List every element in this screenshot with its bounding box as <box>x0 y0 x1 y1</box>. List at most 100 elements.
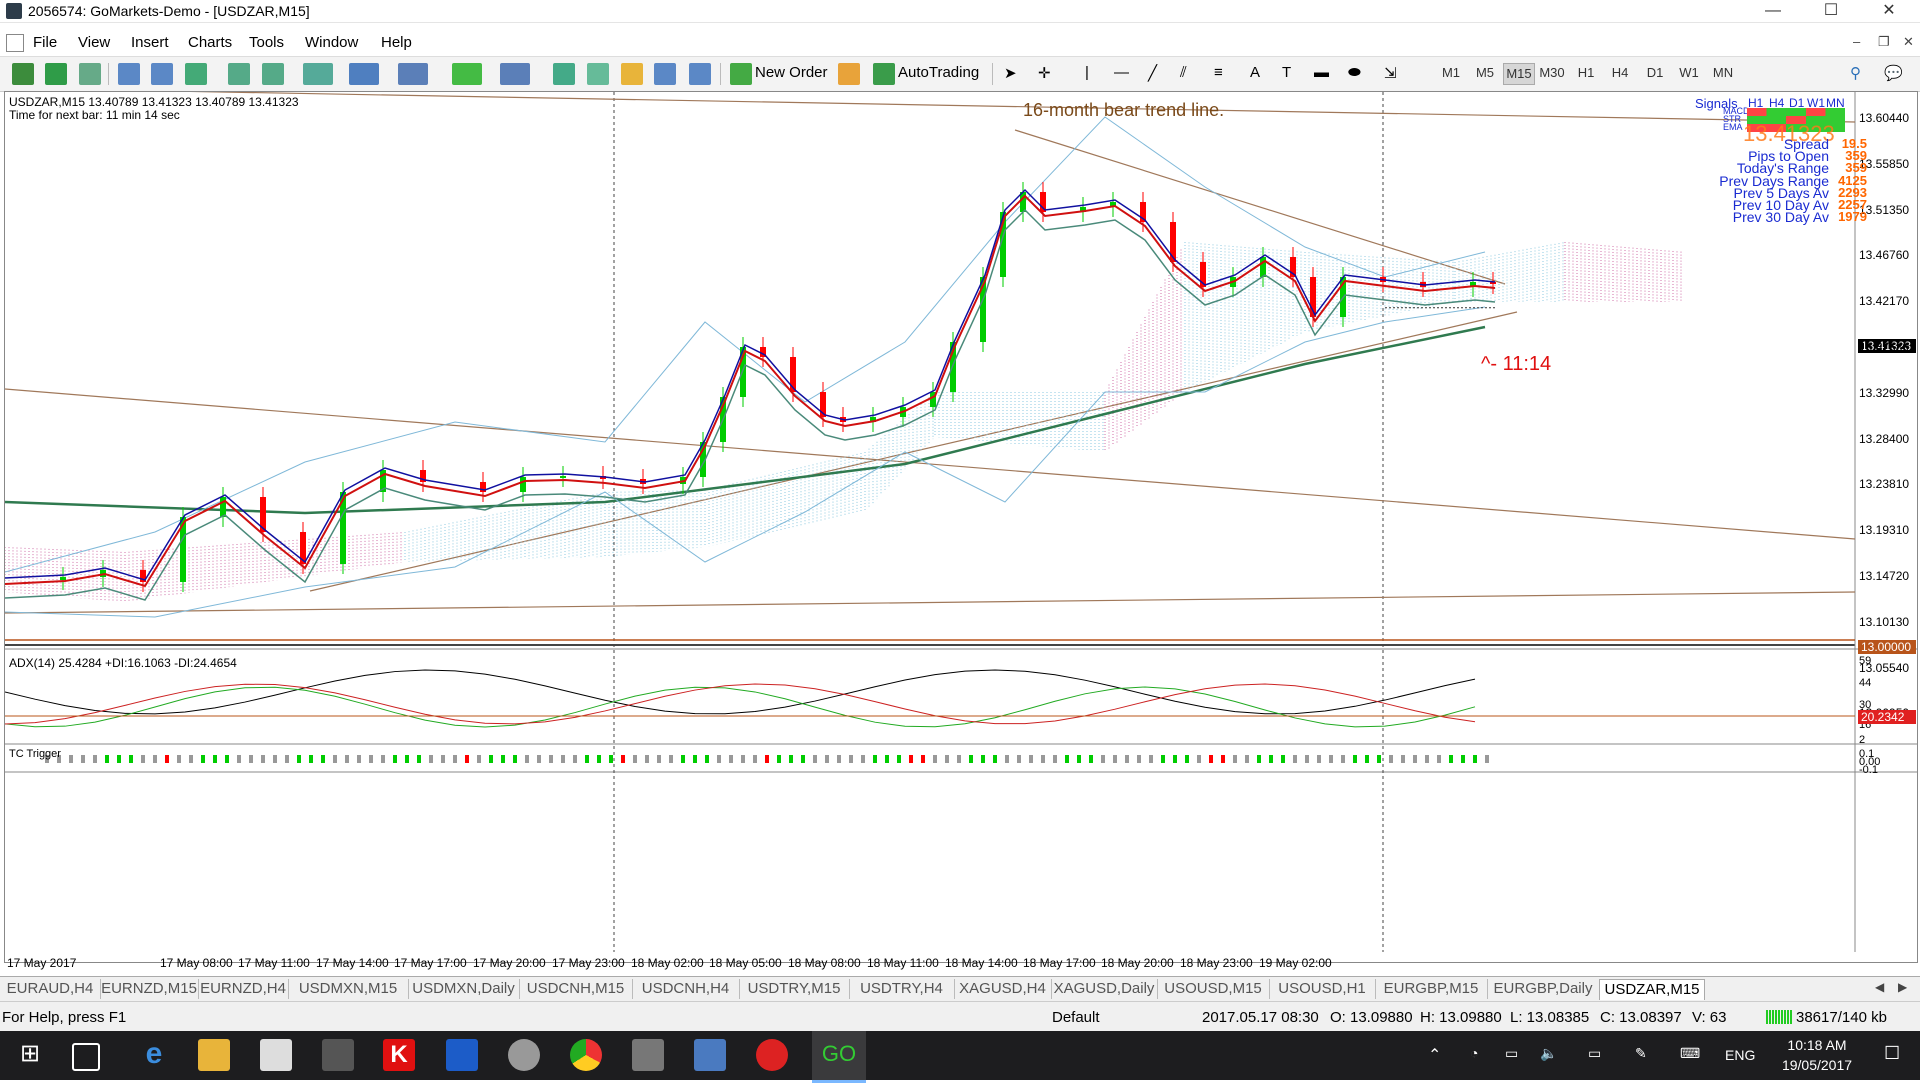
chart-tab[interactable]: USDCNH,H4 <box>632 979 740 999</box>
menu-view[interactable]: View <box>78 34 110 51</box>
kaspersky-icon[interactable]: K <box>383 1039 415 1071</box>
tf-mn[interactable]: MN <box>1708 65 1738 80</box>
file-explorer-icon[interactable] <box>198 1039 230 1071</box>
autoscroll-icon[interactable] <box>262 63 284 85</box>
market-watch-icon[interactable] <box>553 63 575 85</box>
text-label-icon[interactable]: T <box>1282 64 1291 81</box>
bar-chart-icon[interactable] <box>45 63 67 85</box>
camera-icon[interactable] <box>632 1039 664 1071</box>
new-order-icon[interactable] <box>730 63 752 85</box>
chart-tab[interactable]: EURNZD,M15 <box>100 979 199 999</box>
arrows-icon[interactable]: ⇲ <box>1384 64 1397 82</box>
vertical-line-icon[interactable]: | <box>1085 64 1089 81</box>
candles-icon[interactable] <box>79 63 101 85</box>
tf-m15[interactable]: M15 <box>1503 63 1535 85</box>
periods-icon[interactable] <box>349 63 379 85</box>
templates-icon[interactable] <box>398 63 428 85</box>
menu-insert[interactable]: Insert <box>131 34 169 51</box>
chart-tab[interactable]: USDCNH,M15 <box>519 979 633 999</box>
indicators-icon[interactable] <box>303 63 333 85</box>
tile-windows-icon[interactable] <box>185 63 207 85</box>
chart-tab[interactable]: USDZAR,M15 <box>1599 979 1705 1000</box>
chart-tab[interactable]: USOUSD,H1 <box>1269 979 1376 999</box>
trend-line-icon[interactable]: ╱ <box>1148 64 1157 82</box>
new-chart-icon[interactable] <box>12 63 34 85</box>
data-window-icon[interactable] <box>587 63 609 85</box>
calculator-icon[interactable] <box>322 1039 354 1071</box>
windows-start-icon[interactable]: ⊞ <box>14 1039 46 1071</box>
store-icon[interactable] <box>260 1039 292 1071</box>
task-view-icon[interactable] <box>72 1043 100 1071</box>
zoom-out-icon[interactable] <box>151 63 173 85</box>
chat-icon[interactable]: 💬 <box>1884 64 1903 82</box>
keyboard-icon[interactable]: ⌨ <box>1680 1045 1700 1062</box>
mdi-close-icon[interactable]: ✕ <box>1903 34 1914 50</box>
clock-time[interactable]: 10:18 AM <box>1776 1037 1858 1053</box>
network-icon[interactable]: ◔ <box>1470 1045 1478 1061</box>
chart-shift-icon[interactable] <box>228 63 250 85</box>
menu-file[interactable]: File <box>33 34 57 51</box>
folder-app-icon[interactable] <box>694 1039 726 1071</box>
menu-help[interactable]: Help <box>381 34 412 51</box>
chart-tab[interactable]: USOUSD,M15 <box>1157 979 1270 999</box>
add-chart-icon[interactable] <box>452 63 482 85</box>
chart-tab[interactable]: EURAUD,H4 <box>0 979 101 999</box>
chart-tab[interactable]: USDMXN,Daily <box>408 979 520 999</box>
close-button[interactable]: ✕ <box>1866 0 1912 22</box>
autotrading-button[interactable]: AutoTrading <box>898 64 979 81</box>
zoom-in-icon[interactable] <box>118 63 140 85</box>
chart-tab[interactable]: XAGUSD,Daily <box>1051 979 1158 999</box>
chart-tab[interactable]: EURGBP,Daily <box>1487 979 1600 999</box>
channel-icon[interactable]: ⫽ <box>1180 64 1187 81</box>
new-order-button[interactable]: New Order <box>755 64 828 81</box>
chart-tab[interactable]: EURNZD,H4 <box>198 979 289 999</box>
battery-icon[interactable]: ▭ <box>1588 1045 1601 1062</box>
shield-icon[interactable] <box>446 1039 478 1071</box>
horizontal-line-icon[interactable]: — <box>1114 64 1129 81</box>
profiles-icon[interactable] <box>500 63 530 85</box>
chart-tab[interactable]: XAGUSD,H4 <box>954 979 1052 999</box>
metaeditor-icon[interactable] <box>838 63 860 85</box>
menu-tools[interactable]: Tools <box>249 34 284 51</box>
tf-w1[interactable]: W1 <box>1674 65 1704 80</box>
ellipse-icon[interactable]: ⬬ <box>1348 64 1361 81</box>
cursor-icon[interactable]: ➤ <box>1004 64 1017 82</box>
menu-window[interactable]: Window <box>305 34 358 51</box>
tf-h1[interactable]: H1 <box>1571 65 1601 80</box>
terminal-icon[interactable] <box>654 63 676 85</box>
search-icon[interactable]: ⚲ <box>1850 64 1861 82</box>
chrome-icon[interactable] <box>570 1039 602 1071</box>
edge-icon[interactable]: e <box>138 1039 170 1071</box>
minimize-button[interactable]: — <box>1750 0 1796 22</box>
chart-tab[interactable]: USDTRY,H4 <box>849 979 955 999</box>
pen-icon[interactable]: ✎ <box>1635 1045 1647 1062</box>
tf-m1[interactable]: M1 <box>1436 65 1466 80</box>
volume-icon[interactable]: 🔈 <box>1540 1045 1557 1062</box>
fibonacci-icon[interactable]: ≡ <box>1214 64 1223 81</box>
mdi-restore-icon[interactable]: ❐ <box>1878 34 1890 50</box>
tab-scroll-left-icon[interactable]: ◀ <box>1875 980 1884 994</box>
menu-charts[interactable]: Charts <box>188 34 232 51</box>
mdi-minimize-icon[interactable]: – <box>1853 34 1860 49</box>
text-icon[interactable]: A <box>1250 64 1260 81</box>
tab-scroll-right-icon[interactable]: ▶ <box>1898 980 1907 994</box>
navigator-icon[interactable] <box>621 63 643 85</box>
notifications-icon[interactable]: ☐ <box>1884 1043 1900 1064</box>
charting-app-icon[interactable] <box>756 1039 788 1071</box>
tf-m5[interactable]: M5 <box>1470 65 1500 80</box>
tray-expand-icon[interactable]: ⌃ <box>1428 1045 1441 1065</box>
device-icon[interactable]: ▭ <box>1505 1045 1518 1062</box>
crosshair-icon[interactable]: ✛ <box>1038 64 1051 82</box>
metatrader-task-icon[interactable]: GO <box>812 1031 866 1083</box>
chart-tab[interactable]: EURGBP,M15 <box>1375 979 1488 999</box>
maximize-button[interactable]: ☐ <box>1808 0 1854 22</box>
chart-window[interactable]: USDZAR,M15 13.40789 13.41323 13.40789 13… <box>4 91 1918 970</box>
language-indicator[interactable]: ENG <box>1725 1047 1755 1063</box>
chart-tab[interactable]: USDTRY,M15 <box>739 979 850 999</box>
chart-tab[interactable]: USDMXN,M15 <box>288 979 409 999</box>
tools-icon[interactable] <box>508 1039 540 1071</box>
clock-date[interactable]: 19/05/2017 <box>1776 1057 1858 1073</box>
tf-d1[interactable]: D1 <box>1640 65 1670 80</box>
rectangle-icon[interactable]: ▬ <box>1314 64 1329 81</box>
tester-icon[interactable] <box>689 63 711 85</box>
